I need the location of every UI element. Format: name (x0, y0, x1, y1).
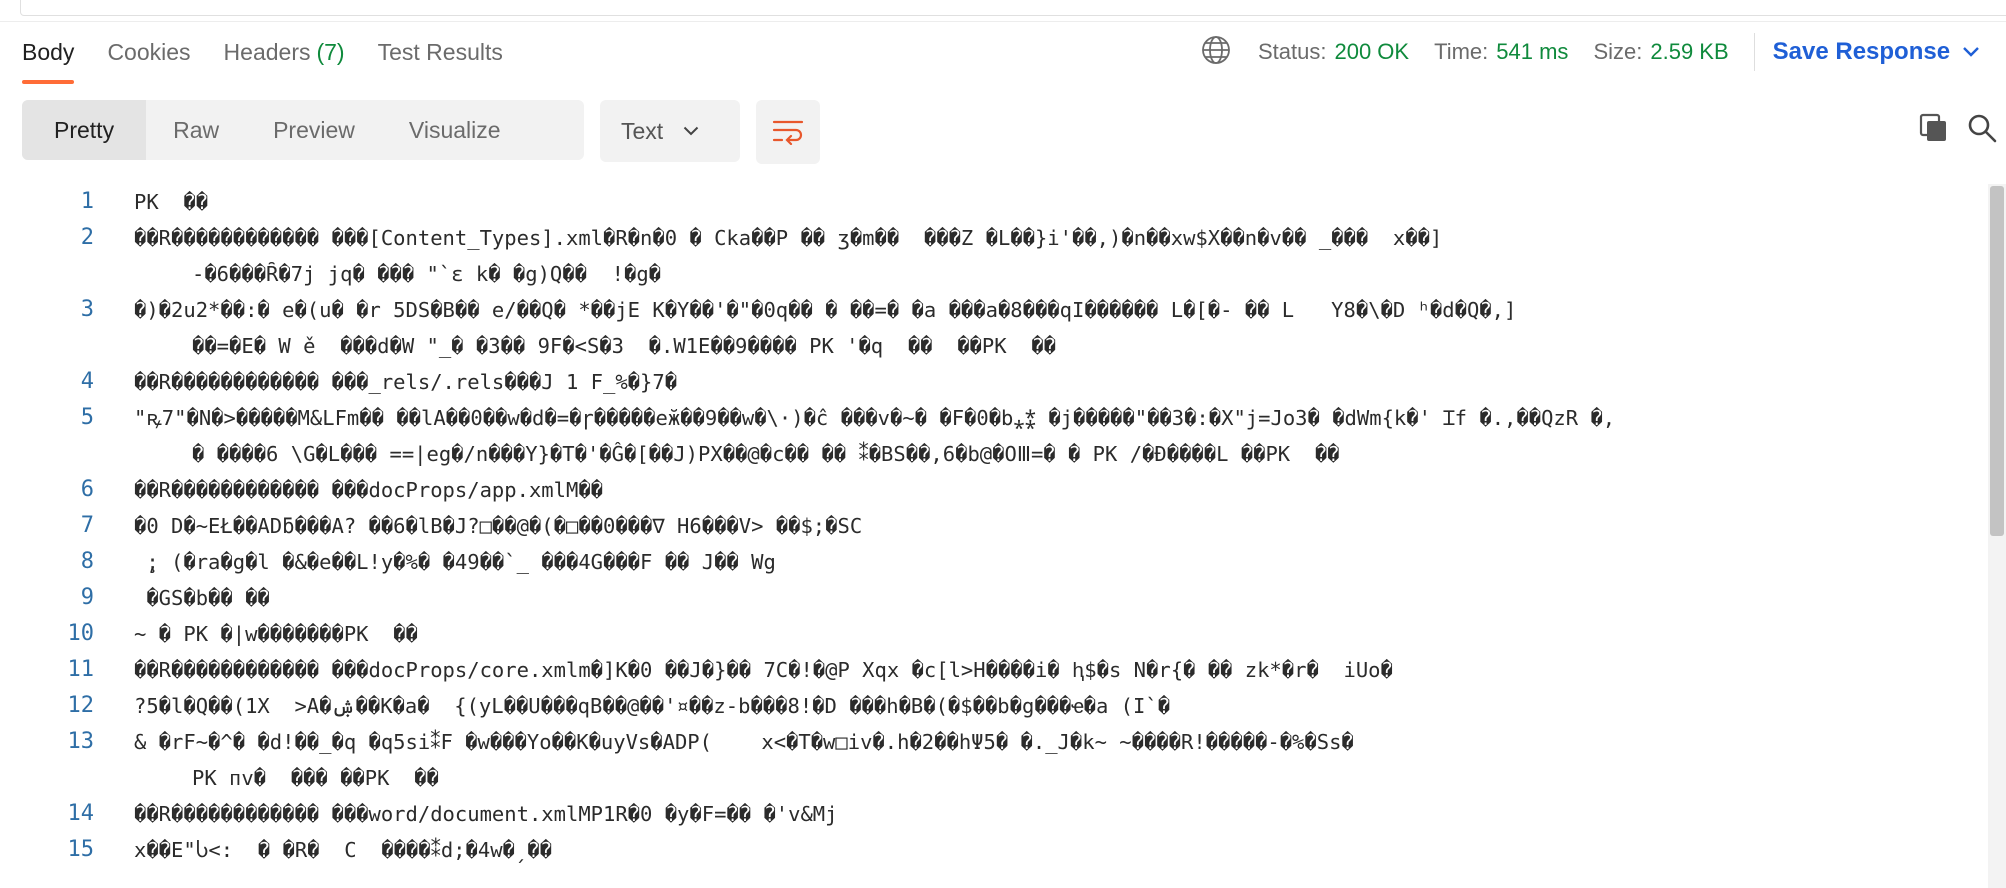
tab-test-results-label: Test Results (377, 39, 503, 65)
code-line-text: ̧; (�ra�g�l �&�e��L!y�%� �49��`_ ���4G��… (134, 550, 776, 574)
code-line-text: ��R������������ ���docProps/app.xmlM�� (134, 478, 603, 502)
tab-body[interactable]: Body (22, 26, 75, 84)
code-line: 12 ?5�l�Q��(1X >A�ۺ��K�a� {(yL��U���qB��@… (0, 688, 1988, 724)
code-line: 6 ��R������������ ���docProps/app.xmlM�� (0, 472, 1988, 508)
code-line-text: ��R������������ ���docProps/core.xmlm�]K… (134, 658, 1393, 682)
code-line-continuation: -�6���Ȓ�7j jq� ��� "`ɛ k� �g)Q�� !�g� (0, 256, 1988, 292)
code-line-text: "ꝶ7"�N�>�����M&LFm�� ��lA��0��w�d�=�ɼ���… (134, 406, 1616, 430)
format-preview[interactable]: Preview (246, 100, 382, 160)
line-number: 2 (80, 225, 94, 250)
format-pretty[interactable]: Pretty (22, 100, 147, 160)
code-line-text: ��R������������ ���word/document.xmlMP1R… (134, 802, 838, 826)
code-line-text: �)�2u2*��:� e�(u� �r 5DS�B�� e/��Q� *��j… (134, 298, 1517, 322)
format-raw[interactable]: Raw (146, 100, 246, 160)
line-number: 6 (80, 477, 94, 502)
status-value: 200 OK (1334, 39, 1410, 64)
time-readout[interactable]: Time: 541 ms (1434, 39, 1568, 65)
url-panel-edge (20, 0, 2006, 16)
status-readout[interactable]: Status: 200 OK (1258, 39, 1409, 65)
response-meta: Status: 200 OK Time: 541 ms Size: 2.59 KB S… (1200, 28, 2006, 76)
code-line: 14 ��R������������ ���word/document.xmlMP… (0, 796, 1988, 832)
copy-icon[interactable] (1918, 112, 1950, 149)
code-line-text: �GS�b�� �� (134, 586, 270, 610)
size-readout[interactable]: Size: 2.59 KB (1593, 39, 1728, 65)
code-line-text: � ����6 \G�L��� ==|eg�/n���Y}�T�'�Ĝ�[��J… (192, 442, 1340, 466)
code-line-text: ~ � PK �|w�������PK �� (134, 622, 418, 646)
code-line: 11 ��R������������ ���docProps/core.xmlm�… (0, 652, 1988, 688)
line-number: 13 (67, 729, 95, 754)
code-line-text: x��E"Ⴑ<: � �R� C ����⁑d;�4w�ˏ�� (134, 838, 552, 862)
format-view-selector: Pretty Raw Preview Visualize (22, 100, 584, 160)
save-response-label: Save Response (1772, 38, 1951, 65)
line-number: 5 (80, 405, 94, 430)
size-value: 2.59 KB (1650, 39, 1729, 64)
code-line: 15 x��E"Ⴑ<: � �R� C ����⁑d;�4w�ˏ�� (0, 832, 1988, 868)
line-number: 12 (67, 693, 95, 718)
tab-headers[interactable]: Headers (7) (224, 26, 345, 84)
code-line: 4 ��R������������ ���_rels/.rels���J 1 F_… (0, 364, 1988, 400)
status-label: Status: (1258, 39, 1327, 64)
wrap-lines-icon (772, 120, 804, 145)
body-type-select[interactable]: Text (600, 100, 740, 162)
line-number: 11 (67, 657, 95, 682)
code-line-text: ��R������������ ���_rels/.rels���J 1 F_%… (134, 370, 678, 394)
code-line-continuation: PK ᴨv� ��� ��PK �� (0, 760, 1988, 796)
line-number: 15 (67, 837, 95, 862)
code-line-continuation: � ����6 \G�L��� ==|eg�/n���Y}�T�'�Ĝ�[��J… (0, 436, 1988, 472)
tab-test-results[interactable]: Test Results (378, 26, 503, 84)
tab-cookies-label: Cookies (107, 39, 191, 65)
line-number: 3 (80, 297, 94, 322)
code-line: 1 PK �� (0, 184, 1988, 220)
time-value: 541 ms (1496, 39, 1569, 64)
chevron-down-icon (1963, 47, 1979, 57)
code-line-text: ��=�E� W ě ���d�W "_� �3�� 9F�<S�3 �.W1E… (192, 334, 1056, 358)
code-line-text: PK ᴨv� ��� ��PK �� (192, 766, 439, 790)
code-line: 3 �)�2u2*��:� e�(u� �r 5DS�B�� e/��Q� *��… (0, 292, 1988, 328)
line-number: 10 (67, 621, 95, 646)
code-line-text: -�6���Ȓ�7j jq� ��� "`ɛ k� �g)Q�� !�g� (192, 262, 661, 286)
code-line: 10 ~ � PK �|w�������PK �� (0, 616, 1988, 652)
tab-body-label: Body (22, 39, 75, 65)
code-line-text: ��R������������ ���[Content_Types].xml�R… (134, 226, 1443, 250)
body-type-value: Text (621, 117, 664, 144)
code-line-text: �0 D�~EŁ��ADƃ���A? ��6�lB�J?□��@�(�□��0�… (134, 514, 863, 538)
tab-headers-label: Headers (223, 39, 311, 65)
code-line-text: PK �� (134, 190, 209, 214)
code-line-text: ?5�l�Q��(1X >A�ۺ��K�a� {(yL��U���qB��@��… (134, 694, 1171, 718)
format-visualize[interactable]: Visualize (382, 100, 528, 160)
response-body-editor[interactable]: 1 PK �� 2 ��R������������ ���[Content_Types… (0, 184, 1988, 888)
response-tabs: Body Cookies Headers (7) Test Results (22, 26, 536, 84)
code-line: 5 "ꝶ7"�N�>�����M&LFm�� ��lA��0��w�d�=�ɼ��… (0, 400, 1988, 436)
wrap-lines-button[interactable] (756, 100, 820, 164)
line-number: 9 (80, 585, 94, 610)
tab-cookies[interactable]: Cookies (107, 26, 190, 84)
divider (1753, 33, 1755, 71)
code-line: 13 & �rF~�^� �d!��_�q �q5si⁑F �w���Yo��K�… (0, 724, 1988, 760)
code-line-text: & �rF~�^� �d!��_�q �q5si⁑F �w���Yo��K�uy… (134, 730, 1354, 754)
chevron-down-icon (683, 126, 699, 136)
line-number: 1 (80, 189, 94, 214)
globe-icon[interactable] (1200, 34, 1258, 71)
save-response-button[interactable]: Save Response (1773, 38, 1980, 66)
headers-count-badge: (7) (316, 39, 345, 65)
code-line: 7 �0 D�~EŁ��ADƃ���A? ��6�lB�J?□��@�(�□��0… (0, 508, 1988, 544)
code-line: 9 �GS�b�� �� (0, 580, 1988, 616)
scrollbar-thumb[interactable] (1990, 186, 2004, 536)
line-number: 14 (67, 801, 95, 826)
line-number: 7 (80, 513, 94, 538)
size-label: Size: (1593, 39, 1643, 64)
code-line: 2 ��R������������ ���[Content_Types].xml�… (0, 220, 1988, 256)
code-line-continuation: ��=�E� W ě ���d�W "_� �3�� 9F�<S�3 �.W1E… (0, 328, 1988, 364)
search-icon[interactable] (1967, 113, 1997, 148)
vertical-scrollbar[interactable] (1988, 184, 2006, 888)
line-number: 8 (80, 549, 94, 574)
divider (0, 21, 2006, 22)
line-number: 4 (80, 369, 94, 394)
code-line: 8 ̧; (�ra�g�l �&�e��L!y�%� �49��`_ ���4G… (0, 544, 1988, 580)
time-label: Time: (1434, 39, 1489, 64)
